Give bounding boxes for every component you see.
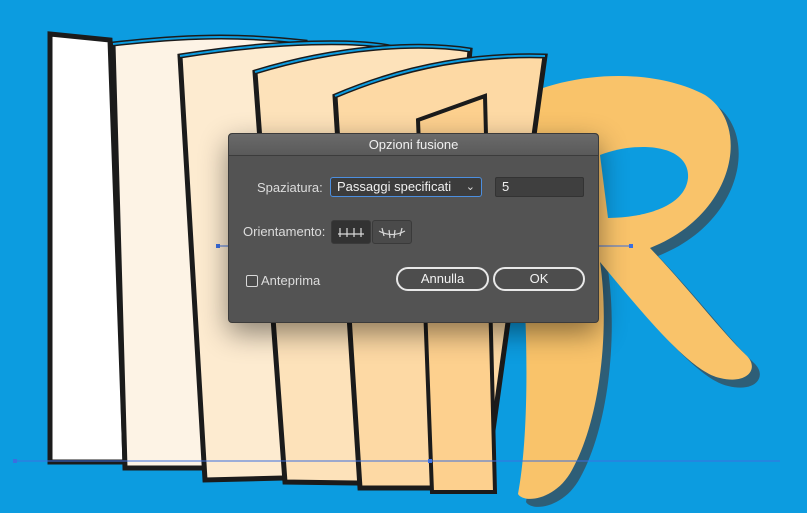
spacing-label: Spaziatura:	[257, 180, 323, 195]
spacing-select-value: Passaggi specificati	[337, 179, 452, 194]
anchor-point-left[interactable]	[13, 459, 17, 463]
ok-button[interactable]: OK	[493, 267, 585, 291]
dialog-title: Opzioni fusione	[229, 134, 598, 156]
align-to-path-icon	[378, 227, 406, 239]
spacing-select[interactable]: Passaggi specificati ⌄	[330, 177, 482, 197]
orientation-label: Orientamento:	[243, 224, 326, 239]
cancel-button[interactable]: Annulla	[396, 267, 489, 291]
steps-input[interactable]: 5	[495, 177, 584, 197]
preview-label: Anteprima	[261, 273, 321, 288]
orientation-path-button[interactable]	[372, 220, 412, 244]
align-to-page-icon	[338, 228, 364, 237]
blend-options-dialog: Opzioni fusione Spaziatura: Passaggi spe…	[228, 133, 599, 323]
anchor-point-mid[interactable]	[428, 459, 432, 463]
anchor-point-b[interactable]	[629, 244, 633, 248]
chevron-down-icon: ⌄	[465, 181, 475, 193]
orientation-page-button[interactable]	[331, 220, 371, 244]
preview-checkbox[interactable]	[246, 275, 258, 287]
anchor-point-a[interactable]	[216, 244, 220, 248]
